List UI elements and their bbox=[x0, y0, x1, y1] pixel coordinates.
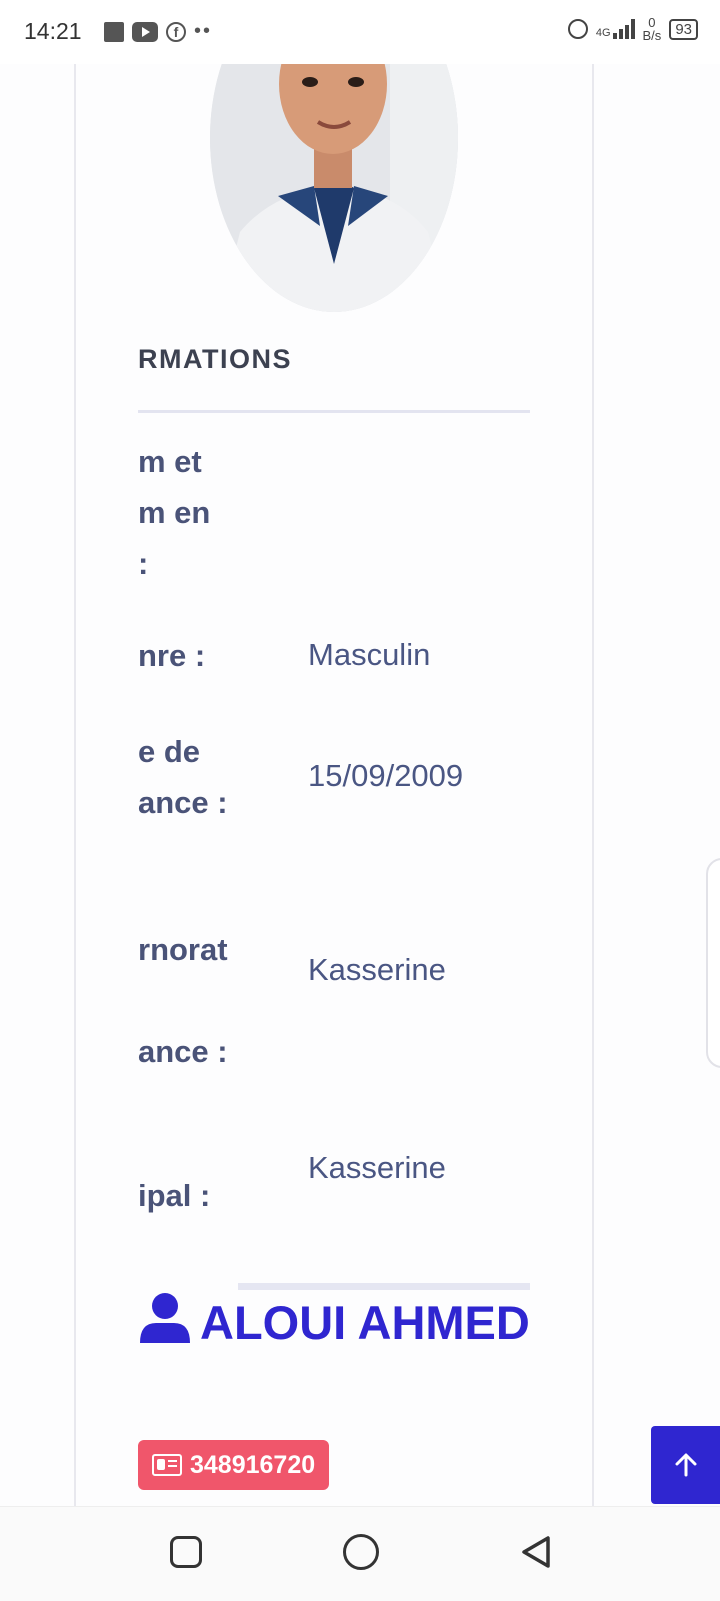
alarm-icon bbox=[567, 19, 588, 39]
student-name: ALOUI AHMED bbox=[138, 1292, 538, 1354]
field-label-municipality: ipal : bbox=[138, 1178, 211, 1213]
field-value-municipality: Kasserine bbox=[308, 1150, 446, 1185]
field-label-gender: nre : bbox=[138, 638, 206, 673]
card-border bbox=[74, 64, 76, 1506]
network-type: 4G bbox=[595, 27, 611, 39]
field-label-birth-date: e de ance : bbox=[138, 734, 228, 820]
field-value-governorate: Kasserine bbox=[308, 952, 446, 987]
notification-square-icon bbox=[104, 21, 124, 42]
system-icons: 4G 0 B/s 93 bbox=[567, 15, 698, 43]
battery-icon: 93 bbox=[669, 18, 698, 40]
full-name: ALOUI AHMED bbox=[200, 1296, 530, 1349]
user-icon bbox=[140, 1293, 190, 1343]
section-divider bbox=[138, 410, 530, 413]
id-number: 348916720 bbox=[190, 1450, 316, 1479]
more-dots-icon: •• bbox=[194, 20, 213, 42]
scroll-to-top-button[interactable] bbox=[651, 1426, 720, 1504]
field-value-gender: Masculin bbox=[308, 637, 431, 672]
youtube-icon bbox=[132, 21, 158, 42]
field-value-birth-date: 15/09/2009 bbox=[308, 758, 464, 793]
notification-icons: f •• bbox=[104, 20, 212, 43]
status-bar: 14:21 f •• 4G 0 B/s 93 bbox=[0, 0, 720, 64]
facebook-icon: f bbox=[166, 21, 186, 42]
home-icon[interactable] bbox=[343, 1534, 379, 1570]
recent-apps-icon[interactable] bbox=[170, 1536, 202, 1568]
id-badge: 348916720 bbox=[138, 1440, 330, 1490]
status-time: 14:21 bbox=[24, 18, 82, 44]
back-icon[interactable] bbox=[518, 1534, 554, 1570]
section-title: RMATIONS bbox=[138, 344, 292, 374]
side-panel-handle[interactable] bbox=[706, 858, 720, 1068]
data-speed: 0 B/s bbox=[642, 15, 662, 43]
signal-icon: 4G bbox=[596, 19, 635, 39]
field-label-name-arabic: m et m en : bbox=[138, 444, 211, 581]
arrow-up-icon bbox=[675, 1453, 696, 1477]
field-label-governorate: rnorat ance : bbox=[138, 932, 228, 1069]
section-divider bbox=[238, 1283, 530, 1290]
id-card-icon bbox=[152, 1454, 182, 1476]
card-border bbox=[592, 64, 594, 1506]
